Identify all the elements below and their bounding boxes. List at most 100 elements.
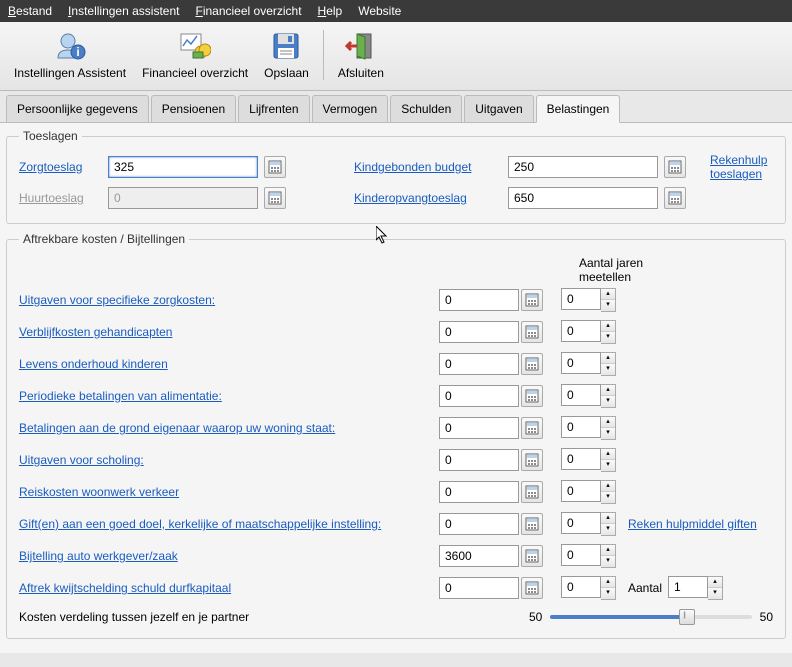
kinderopvangtoeslag-link[interactable]: Kinderopvangtoeslag [354, 191, 504, 205]
deduct-years-input[interactable] [561, 352, 601, 374]
calculator-icon [525, 389, 539, 403]
years-spinner[interactable]: ▴▾ [601, 320, 616, 344]
deduct-years-input[interactable] [561, 480, 601, 502]
deduct-calc-button[interactable] [521, 449, 543, 471]
tab-uitgaven[interactable]: Uitgaven [464, 95, 533, 122]
deduct-years-input[interactable] [561, 576, 601, 598]
svg-text:i: i [76, 45, 79, 59]
deduct-years-input[interactable] [561, 448, 601, 470]
partner-split-slider[interactable] [550, 615, 751, 619]
deduct-label[interactable]: Betalingen aan de grond eigenaar waarop … [19, 421, 439, 435]
aantal-spinner[interactable]: ▴▾ [708, 576, 723, 600]
aantal-input[interactable] [668, 576, 708, 598]
deduct-input[interactable] [439, 545, 519, 567]
deduct-calc-button[interactable] [521, 545, 543, 567]
deduct-label[interactable]: Gift(en) aan een goed doel, kerkelijke o… [19, 517, 439, 531]
deduct-label[interactable]: Bijtelling auto werkgever/zaak [19, 549, 439, 563]
menu-help[interactable]: Help [318, 4, 343, 18]
deduct-label[interactable]: Verblijfkosten gehandicapten [19, 325, 439, 339]
deduct-years-input[interactable] [561, 512, 601, 534]
deduct-calc-button[interactable] [521, 289, 543, 311]
calculator-icon [268, 160, 282, 174]
deduct-row: Uitgaven voor specifieke zorgkosten: ▴▾ [19, 288, 773, 312]
deduct-input[interactable] [439, 513, 519, 535]
deduct-calc-button[interactable] [521, 481, 543, 503]
deduct-label[interactable]: Uitgaven voor scholing: [19, 453, 439, 467]
deduct-row: Uitgaven voor scholing: ▴▾ [19, 448, 773, 472]
deduct-input[interactable] [439, 353, 519, 375]
kinderopvang-calc-button[interactable] [664, 187, 686, 209]
deduct-input[interactable] [439, 577, 519, 599]
tab-lijfrenten[interactable]: Lijfrenten [238, 95, 309, 122]
tab-persoonlijke-gegevens[interactable]: Persoonlijke gegevens [6, 95, 149, 122]
calculator-icon [525, 421, 539, 435]
deduct-input[interactable] [439, 321, 519, 343]
kindgebonden-calc-button[interactable] [664, 156, 686, 178]
deduct-label[interactable]: Periodieke betalingen van alimentatie: [19, 389, 439, 403]
deduct-label[interactable]: Uitgaven voor specifieke zorgkosten: [19, 293, 439, 307]
toolbar-financieel-overzicht[interactable]: Financieel overzicht [134, 26, 256, 84]
kindgebonden-budget-link[interactable]: Kindgebonden budget [354, 160, 504, 174]
deduct-label[interactable]: Levens onderhoud kinderen [19, 357, 439, 371]
menu-instellingen-assistent[interactable]: Instellingen assistent [68, 4, 179, 18]
slider-thumb[interactable] [679, 609, 695, 625]
zorgtoeslag-link[interactable]: Zorgtoeslag [19, 160, 104, 174]
tab-schulden[interactable]: Schulden [390, 95, 462, 122]
menu-website[interactable]: Website [358, 4, 401, 18]
deduct-calc-button[interactable] [521, 385, 543, 407]
years-spinner[interactable]: ▴▾ [601, 512, 616, 536]
deduct-label[interactable]: Aftrek kwijtschelding schuld durfkapitaa… [19, 581, 439, 595]
aantal-label: Aantal [628, 581, 662, 595]
huurtoeslag-calc-button[interactable] [264, 187, 286, 209]
years-spinner[interactable]: ▴▾ [601, 288, 616, 312]
toolbar-opslaan[interactable]: Opslaan [256, 26, 317, 84]
years-spinner[interactable]: ▴▾ [601, 416, 616, 440]
zorgtoeslag-calc-button[interactable] [264, 156, 286, 178]
tab-vermogen[interactable]: Vermogen [312, 95, 389, 122]
deduct-input[interactable] [439, 417, 519, 439]
zorgtoeslag-input[interactable] [108, 156, 258, 178]
deduct-input[interactable] [439, 481, 519, 503]
years-spinner[interactable]: ▴▾ [601, 544, 616, 568]
years-spinner[interactable]: ▴▾ [601, 480, 616, 504]
kindgebonden-budget-input[interactable] [508, 156, 658, 178]
deduct-calc-button[interactable] [521, 321, 543, 343]
deduct-years-input[interactable] [561, 288, 601, 310]
deduct-input[interactable] [439, 385, 519, 407]
deduct-calc-button[interactable] [521, 513, 543, 535]
deduct-years-input[interactable] [561, 384, 601, 406]
toeslagen-fieldset: Toeslagen Zorgtoeslag Kindgebonden budge… [6, 129, 786, 224]
huurtoeslag-label: Huurtoeslag [19, 191, 104, 205]
deduct-row: Bijtelling auto werkgever/zaak ▴▾ [19, 544, 773, 568]
years-spinner[interactable]: ▴▾ [601, 352, 616, 376]
deduct-calc-button[interactable] [521, 417, 543, 439]
menu-financieel-overzicht[interactable]: Financieel overzicht [195, 4, 301, 18]
calculator-icon [525, 549, 539, 563]
years-spinner[interactable]: ▴▾ [601, 448, 616, 472]
giften-link[interactable]: Reken hulpmiddel giften [628, 517, 757, 531]
calculator-icon [525, 357, 539, 371]
deduct-row: Reiskosten woonwerk verkeer ▴▾ [19, 480, 773, 504]
calculator-icon [525, 293, 539, 307]
tab-belastingen[interactable]: Belastingen [536, 95, 621, 123]
deduct-calc-button[interactable] [521, 353, 543, 375]
years-spinner[interactable]: ▴▾ [601, 384, 616, 408]
rekenhulp-toeslagen-link[interactable]: Rekenhulp toeslagen [710, 153, 773, 181]
slider-label: Kosten verdeling tussen jezelf en je par… [19, 610, 439, 624]
user-info-icon: i [54, 30, 86, 62]
deduct-input[interactable] [439, 449, 519, 471]
tab-pensioenen[interactable]: Pensioenen [151, 95, 236, 122]
kinderopvangtoeslag-input[interactable] [508, 187, 658, 209]
deduct-calc-button[interactable] [521, 577, 543, 599]
menu-bestand[interactable]: Bestand [8, 4, 52, 18]
deduct-years-input[interactable] [561, 320, 601, 342]
slider-left-value: 50 [529, 610, 542, 624]
deduct-label[interactable]: Reiskosten woonwerk verkeer [19, 485, 439, 499]
years-spinner[interactable]: ▴▾ [601, 576, 616, 600]
toolbar-afsluiten[interactable]: Afsluiten [330, 26, 392, 84]
deduct-input[interactable] [439, 289, 519, 311]
deduct-years-input[interactable] [561, 416, 601, 438]
calculator-icon [525, 325, 539, 339]
deduct-years-input[interactable] [561, 544, 601, 566]
toolbar-instellingen-assistent[interactable]: i Instellingen Assistent [6, 26, 134, 84]
